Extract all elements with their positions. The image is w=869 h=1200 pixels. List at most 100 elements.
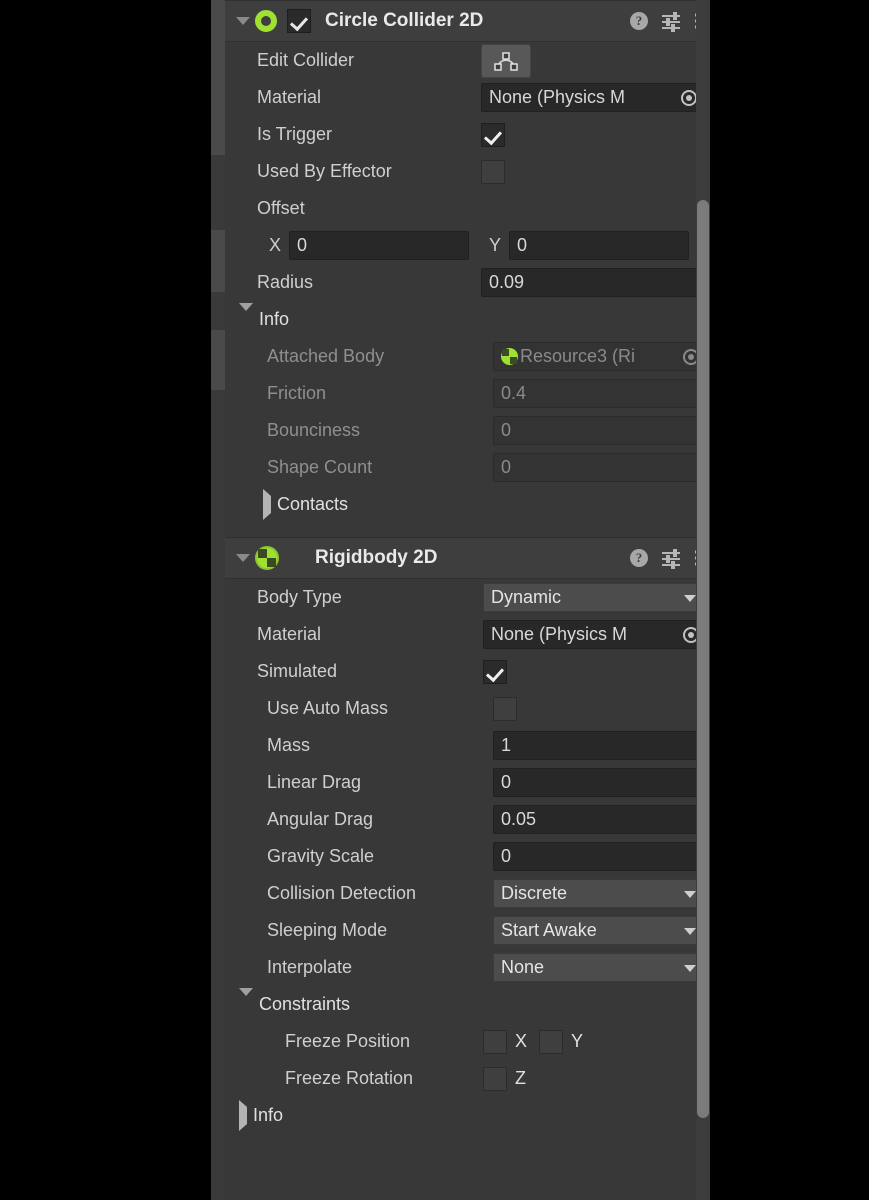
row-interpolate: Interpolate None [225, 949, 710, 986]
row-radius: Radius 0.09 [225, 264, 710, 301]
foldout-arrow-constraints[interactable] [239, 987, 253, 1014]
foldout-arrow-circle-collider-2d[interactable] [233, 1, 253, 41]
rigidbody-2d-icon [255, 546, 279, 570]
body-type-dropdown[interactable]: Dynamic [483, 583, 705, 612]
shape-count-value: 0 [493, 453, 705, 482]
foldout-arrow-info-rigidbody[interactable] [239, 1099, 247, 1131]
chevron-down-icon [684, 890, 696, 898]
help-icon[interactable]: ? [630, 549, 648, 567]
gravity-scale-input[interactable]: 0 [493, 842, 705, 871]
label-collision-detection: Collision Detection [267, 883, 417, 903]
inspector-scrollbar-thumb[interactable] [697, 200, 709, 1118]
row-mass: Mass 1 [225, 727, 710, 764]
preset-icon[interactable] [662, 549, 680, 569]
use-auto-mass-checkbox[interactable] [493, 696, 517, 721]
chevron-down-icon [684, 594, 696, 602]
label-freeze-position: Freeze Position [285, 1031, 411, 1051]
label-info-rigidbody: Info [253, 1105, 284, 1125]
label-info-collider: Info [259, 309, 290, 329]
used-by-effector-checkbox[interactable] [481, 159, 505, 184]
freeze-position-y-checkbox[interactable] [539, 1029, 564, 1054]
linear-drag-input[interactable]: 0 [493, 768, 705, 797]
component-header-circle-collider-2d[interactable]: Circle Collider 2D ? [225, 0, 710, 42]
component-title-circle-collider-2d: Circle Collider 2D [325, 10, 484, 31]
row-friction: Friction 0.4 [225, 375, 710, 412]
bounciness-value: 0 [493, 416, 705, 445]
preset-icon[interactable] [662, 12, 680, 32]
label-interpolate: Interpolate [267, 957, 353, 977]
material-object-field-collider[interactable]: None (Physics M [481, 83, 703, 112]
row-freeze-rotation: Freeze Rotation Z [225, 1060, 710, 1097]
object-picker-icon[interactable] [681, 89, 697, 106]
row-simulated: Simulated [225, 653, 710, 690]
sleeping-mode-dropdown[interactable]: Start Awake [493, 916, 705, 945]
label-material-rigidbody: Material [257, 624, 322, 644]
label-constraints: Constraints [259, 994, 351, 1014]
foldout-info-collider[interactable]: Info [225, 301, 710, 338]
material-value-rigidbody: None (Physics M [491, 624, 628, 644]
foldout-arrow-info-collider[interactable] [239, 302, 253, 329]
row-attached-body: Attached Body Resource3 (Ri [225, 338, 710, 375]
freeze-position-x-checkbox[interactable] [483, 1029, 507, 1054]
label-used-by-effector: Used By Effector [257, 161, 392, 181]
row-collision-detection: Collision Detection Discrete [225, 875, 710, 912]
collision-detection-dropdown[interactable]: Discrete [493, 879, 705, 908]
inspector-scrollbar-track[interactable] [696, 0, 710, 1200]
simulated-checkbox[interactable] [483, 659, 507, 684]
is-trigger-checkbox[interactable] [481, 122, 505, 147]
label-offset-x: X [268, 235, 281, 255]
freeze-rotation-z-checkbox[interactable] [483, 1066, 507, 1091]
label-shape-count: Shape Count [267, 457, 373, 477]
label-freeze-position-x: X [515, 1031, 528, 1051]
row-offset-vector2: X 0 Y 0 [225, 227, 710, 264]
label-simulated: Simulated [257, 661, 338, 681]
material-value-collider: None (Physics M [489, 87, 626, 107]
label-gravity-scale: Gravity Scale [267, 846, 375, 866]
interpolate-value: None [501, 957, 545, 977]
circle-collider-2d-icon [255, 10, 277, 32]
foldout-contacts[interactable]: Contacts [225, 486, 710, 523]
mass-input[interactable]: 1 [493, 731, 705, 760]
row-linear-drag: Linear Drag 0 [225, 764, 710, 801]
label-friction: Friction [267, 383, 327, 403]
row-use-auto-mass: Use Auto Mass [225, 690, 710, 727]
angular-drag-input[interactable]: 0.05 [493, 805, 705, 834]
attached-body-object-field: Resource3 (Ri [493, 342, 705, 371]
label-material-collider: Material [257, 87, 322, 107]
edit-collider-button[interactable] [481, 43, 531, 78]
offset-y-input[interactable]: 0 [509, 231, 689, 260]
component-title-rigidbody-2d: Rigidbody 2D [315, 547, 438, 568]
label-edit-collider: Edit Collider [257, 50, 355, 70]
radius-input[interactable]: 0.09 [481, 268, 703, 297]
row-is-trigger: Is Trigger [225, 116, 710, 153]
label-bounciness: Bounciness [267, 420, 361, 440]
foldout-arrow-contacts[interactable] [263, 488, 271, 520]
row-used-by-effector: Used By Effector [225, 153, 710, 190]
attached-body-value: Resource3 (Ri [520, 346, 636, 366]
foldout-constraints[interactable]: Constraints [225, 986, 710, 1023]
row-body-type: Body Type Dynamic [225, 579, 710, 616]
row-material-collider: Material None (Physics M [225, 79, 710, 116]
component-header-rigidbody-2d[interactable]: Rigidbody 2D ? [225, 537, 710, 579]
row-freeze-position: Freeze Position X Y [225, 1023, 710, 1060]
row-gravity-scale: Gravity Scale 0 [225, 838, 710, 875]
label-offset-y: Y [488, 235, 501, 255]
offset-x-input[interactable]: 0 [289, 231, 469, 260]
foldout-arrow-rigidbody-2d[interactable] [233, 538, 253, 578]
label-contacts: Contacts [277, 494, 349, 514]
enable-checkbox-circle-collider-2d[interactable] [287, 9, 311, 33]
row-offset-label: Offset [225, 190, 710, 227]
sleeping-mode-value: Start Awake [501, 920, 597, 940]
label-sleeping-mode: Sleeping Mode [267, 920, 388, 940]
friction-value: 0.4 [493, 379, 705, 408]
label-radius: Radius [257, 272, 314, 292]
body-type-value: Dynamic [491, 587, 562, 607]
label-freeze-rotation-z: Z [515, 1068, 526, 1088]
interpolate-dropdown[interactable]: None [493, 953, 705, 982]
help-icon[interactable]: ? [630, 12, 648, 30]
foldout-info-rigidbody[interactable]: Info [225, 1097, 710, 1134]
label-is-trigger: Is Trigger [257, 124, 333, 144]
row-material-rigidbody: Material None (Physics M [225, 616, 710, 653]
label-freeze-position-y: Y [571, 1031, 584, 1051]
material-object-field-rigidbody[interactable]: None (Physics M [483, 620, 705, 649]
